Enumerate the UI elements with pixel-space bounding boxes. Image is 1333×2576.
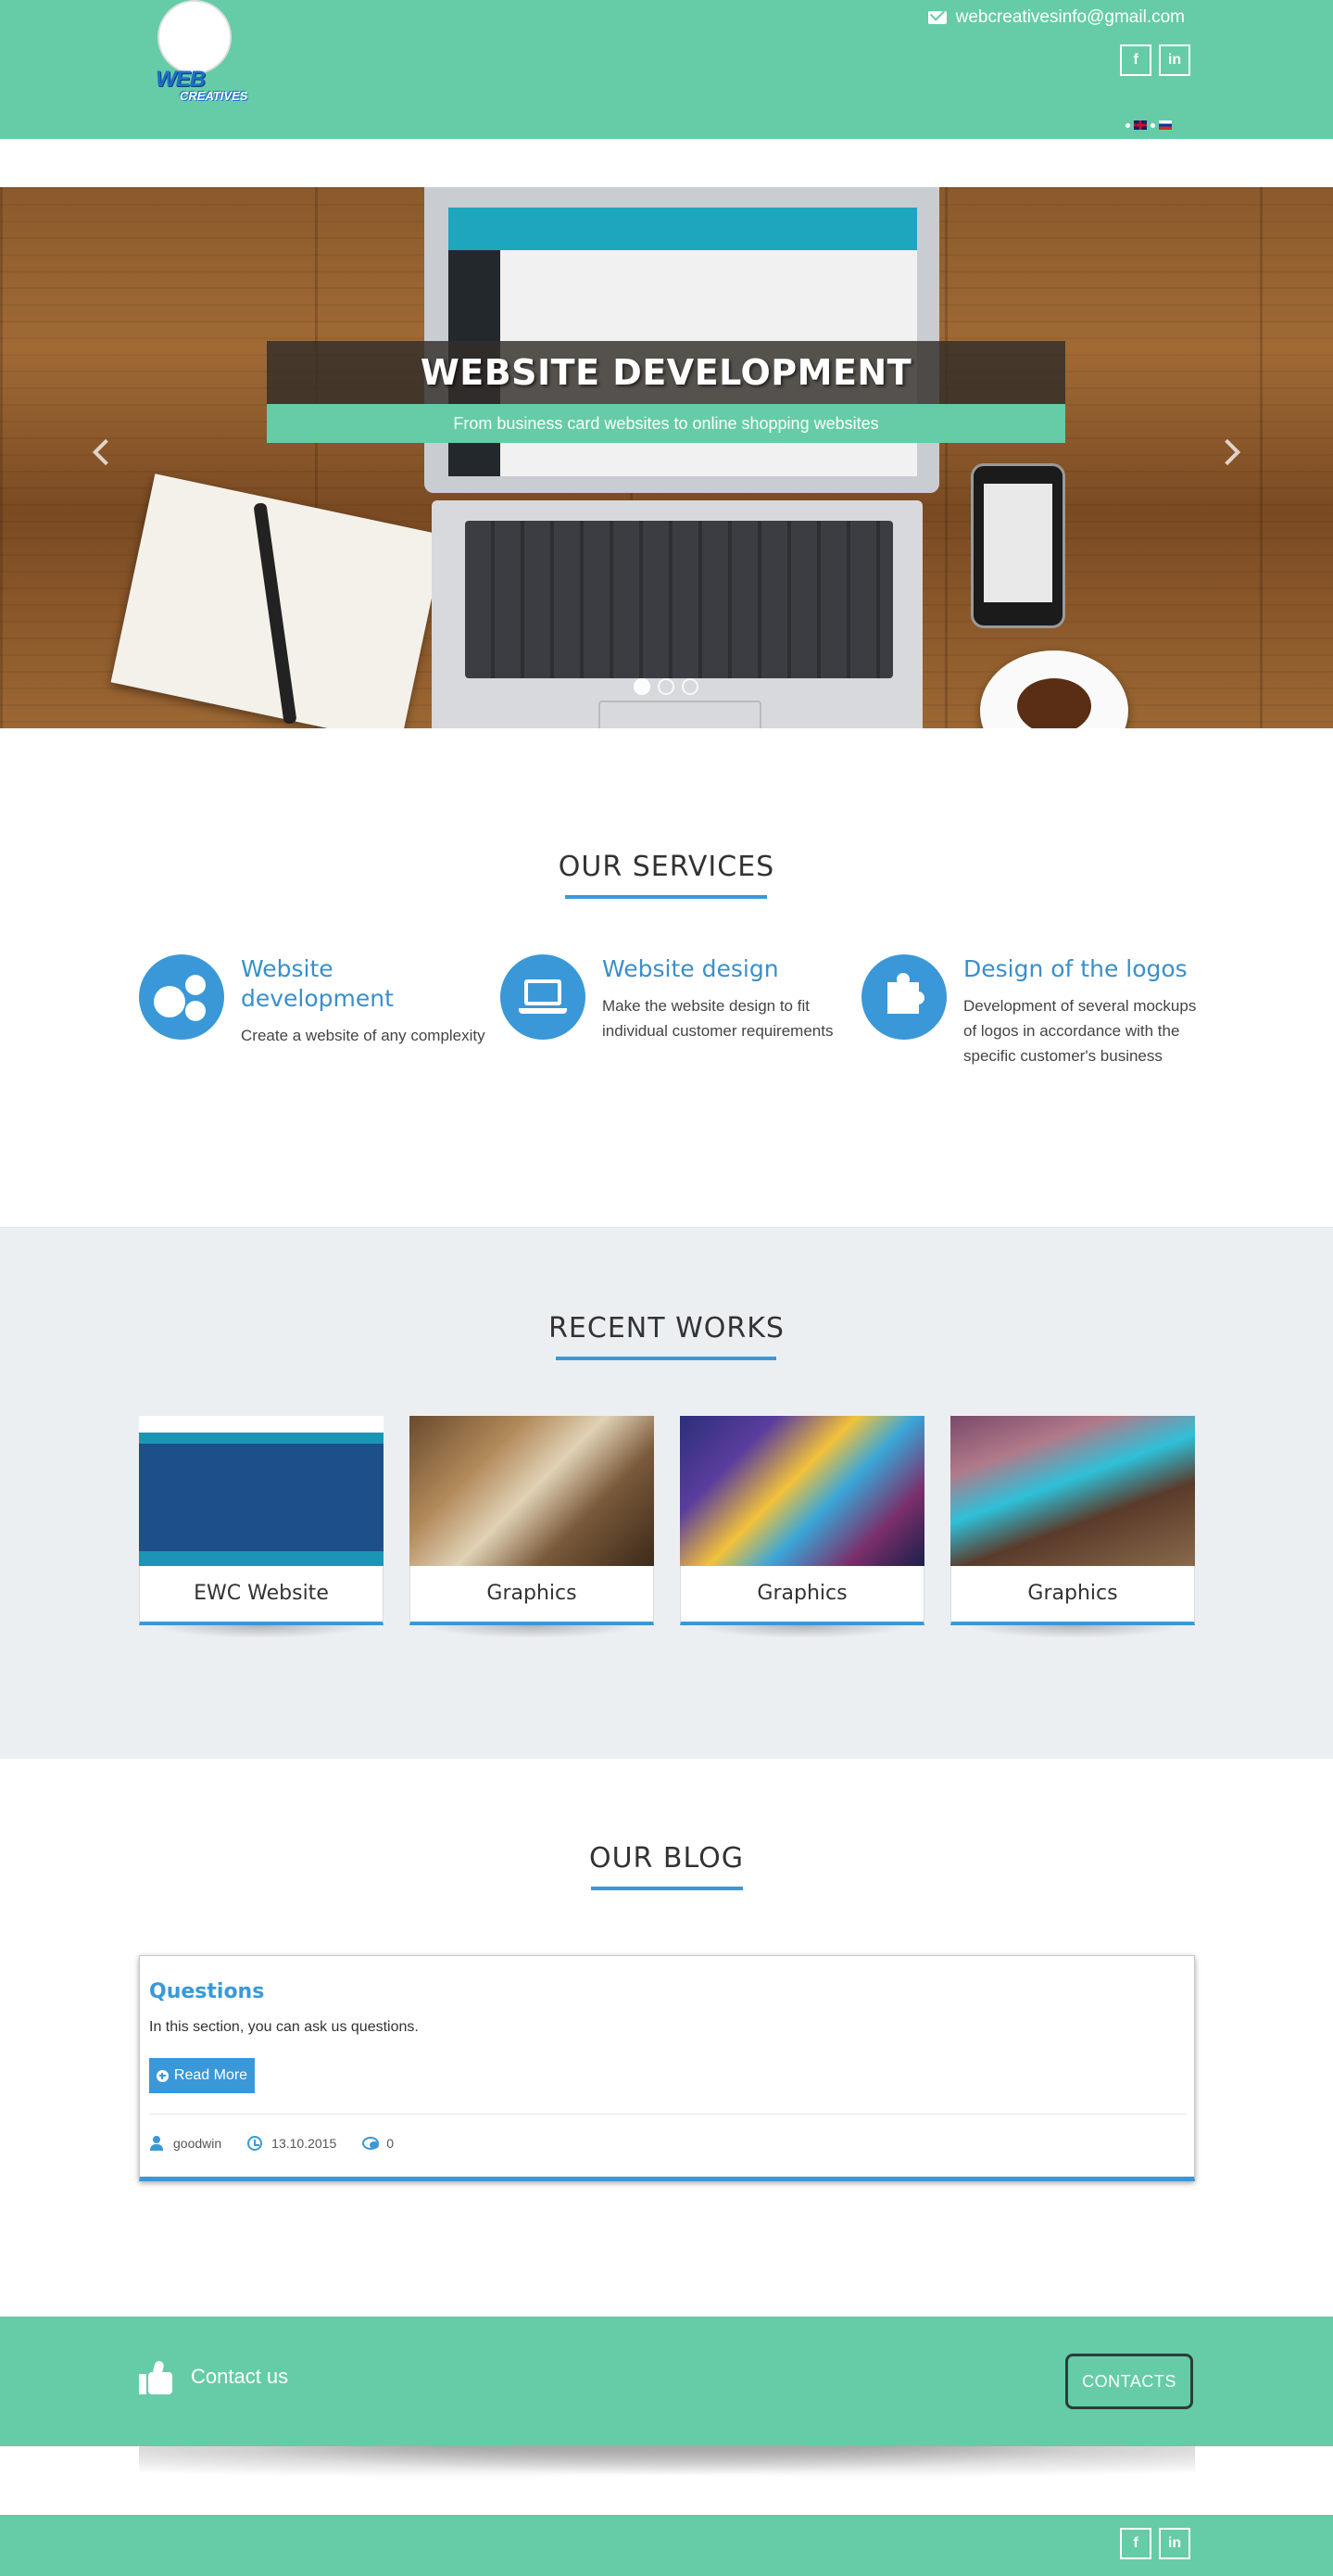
facebook-icon[interactable]: f (1120, 44, 1151, 76)
contact-bar: Contact us CONTACTS (0, 2317, 1333, 2446)
blog-post-author: goodwin (173, 2136, 222, 2151)
gear-small (185, 1001, 206, 1021)
uk-flag-icon[interactable] (1134, 120, 1147, 130)
site-logo[interactable]: WEB CREATIVES (150, 0, 247, 107)
comments-icon (362, 2136, 380, 2151)
gears-icon (139, 954, 224, 1040)
laptop-icon-screen (524, 979, 561, 1005)
blog-post-date: 13.10.2015 (271, 2136, 337, 2151)
laptop-icon (500, 954, 585, 1040)
header-social-links: f in (1120, 44, 1190, 76)
puzzle-icon (861, 954, 947, 1040)
envelope-icon (927, 11, 947, 24)
services-title-underline (565, 895, 767, 899)
blog-divider (149, 2114, 1187, 2115)
work-label[interactable]: Graphics (409, 1566, 654, 1625)
contact-bar-shadow (139, 2446, 1195, 2483)
slide-coffee (1017, 678, 1091, 728)
header-email-text[interactable]: webcreativesinfo@gmail.com (956, 7, 1185, 28)
work-item[interactable]: Graphics (950, 1416, 1195, 1638)
blog-post-card: Questions In this section, you can ask u… (139, 1955, 1195, 2181)
service-title[interactable]: Design of the logos (963, 954, 1214, 984)
gear-large (154, 986, 185, 1017)
blog-post-comments[interactable]: 0 (386, 2136, 394, 2151)
service-description: Development of several mockups of logos … (963, 997, 1197, 1065)
work-label[interactable]: Graphics (680, 1566, 924, 1625)
slider-dot[interactable] (658, 678, 674, 695)
facebook-icon[interactable]: f (1120, 2528, 1151, 2559)
work-shadow (424, 1625, 639, 1638)
work-item[interactable]: Graphics (409, 1416, 654, 1638)
slide-phone-screen (984, 484, 1052, 602)
slider-prev-arrow-icon[interactable] (87, 437, 115, 465)
slide-subtitle: From business card websites to online sh… (267, 404, 1065, 443)
thumbs-up-icon (139, 2359, 172, 2394)
linkedin-icon[interactable]: in (1159, 44, 1190, 76)
service-title[interactable]: Website development (241, 954, 491, 1014)
header-email[interactable]: webcreativesinfo@gmail.com (927, 7, 1185, 28)
contacts-button[interactable]: CONTACTS (1065, 2354, 1193, 2409)
slider-next-arrow-icon[interactable] (1218, 437, 1246, 465)
laptop-icon-base (519, 1008, 567, 1014)
blog-title-underline (591, 1887, 743, 1890)
blog-post-title[interactable]: Questions (149, 1980, 264, 2003)
work-thumbnail[interactable] (950, 1416, 1195, 1566)
service-title[interactable]: Website design (602, 954, 852, 984)
clock-icon (247, 2136, 263, 2151)
work-label[interactable]: EWC Website (139, 1566, 384, 1625)
footer-social-links: f in (1120, 2528, 1190, 2559)
site-header: WEB CREATIVES webcreativesinfo@gmail.com… (0, 0, 1333, 139)
slide-laptop-toolbar (448, 208, 917, 250)
slide-title: WEBSITE DEVELOPMENT (267, 341, 1065, 404)
slide-trackpad (598, 701, 761, 728)
slider-dot[interactable] (682, 678, 698, 695)
work-item[interactable]: Graphics (680, 1416, 924, 1638)
works-title-underline (556, 1357, 776, 1360)
blog-title: OUR BLOG (588, 1842, 745, 1875)
work-thumbnail[interactable] (409, 1416, 654, 1566)
work-thumbnail[interactable] (680, 1416, 924, 1566)
slider-indicators (634, 678, 698, 695)
russia-flag-icon[interactable] (1159, 120, 1172, 130)
read-more-button[interactable]: Read More (149, 2058, 255, 2093)
work-label[interactable]: Graphics (950, 1566, 1195, 1625)
service-description: Create a website of any complexity (241, 1027, 485, 1044)
site-footer: f in (0, 2515, 1333, 2576)
work-shadow (695, 1625, 910, 1638)
linkedin-icon[interactable]: in (1159, 2528, 1190, 2559)
read-more-label: Read More (173, 2067, 248, 2083)
blog-post-excerpt: In this section, you can ask us question… (149, 2019, 419, 2035)
work-item[interactable]: EWC Website (139, 1416, 384, 1638)
hero-slider: WEBSITE DEVELOPMENT From business card w… (0, 187, 1333, 728)
slide-keyboard (465, 521, 893, 678)
logo-mascot (157, 0, 232, 74)
logo-text-sub: CREATIVES (180, 89, 248, 103)
language-separator (1126, 122, 1130, 128)
contact-text: Contact us (191, 2365, 289, 2388)
language-separator (1151, 122, 1155, 128)
gear-small (185, 975, 206, 995)
user-icon (149, 2136, 164, 2151)
services-title: OUR SERVICES (558, 851, 775, 883)
work-thumbnail-strip (139, 1551, 384, 1566)
work-shadow (965, 1625, 1180, 1638)
work-shadow (154, 1625, 369, 1638)
plus-circle-icon (156, 2069, 169, 2082)
service-description: Make the website design to fit individua… (602, 997, 834, 1040)
work-thumbnail[interactable] (139, 1416, 384, 1566)
works-title: RECENT WORKS (548, 1312, 785, 1345)
puzzle-icon-piece (887, 973, 924, 1014)
language-switcher (1126, 120, 1172, 130)
slider-dot[interactable] (634, 678, 650, 695)
blog-post-meta: goodwin 13.10.2015 0 (149, 2136, 394, 2151)
